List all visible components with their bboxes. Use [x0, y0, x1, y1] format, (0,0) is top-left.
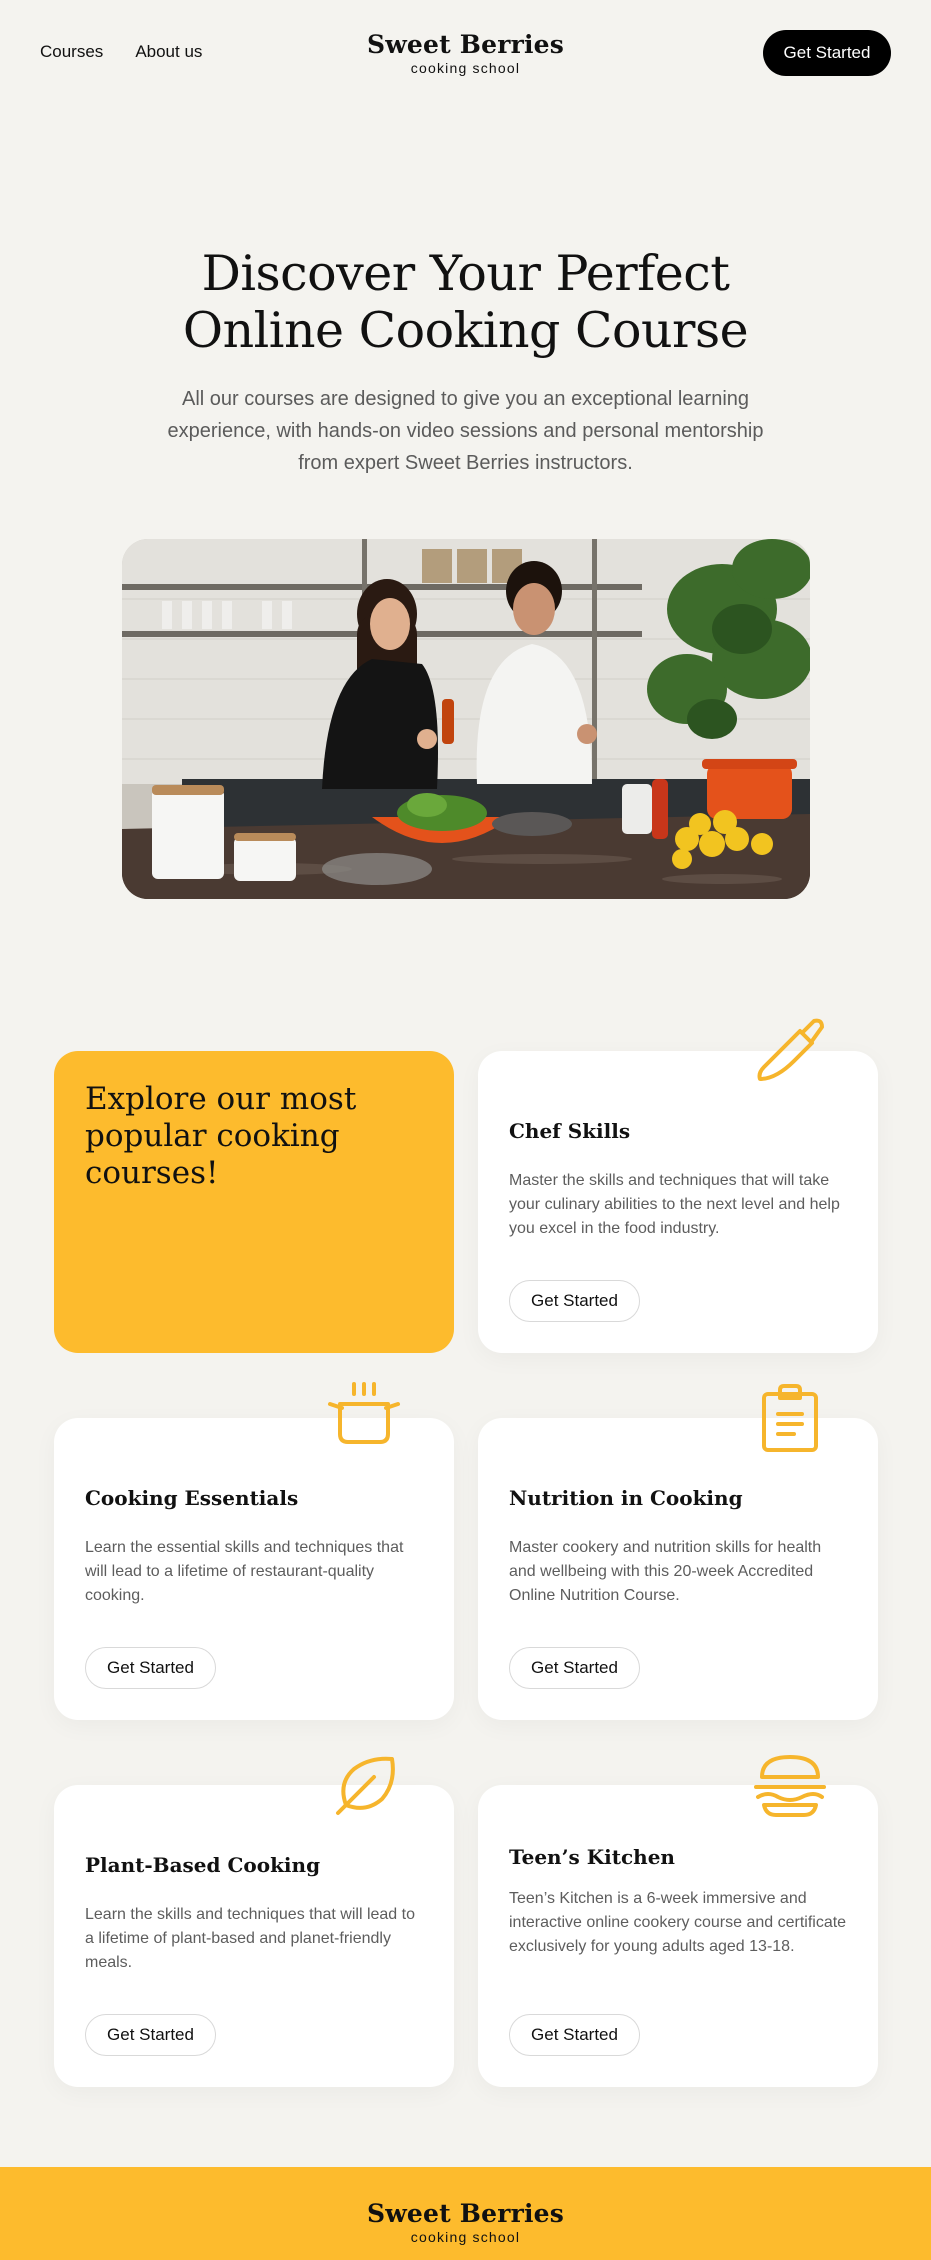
hero-title: Discover Your Perfect Online Cooking Cou…: [0, 245, 931, 359]
chef-knife-icon: [757, 1018, 824, 1081]
course-description: Master the skills and techniques that wi…: [509, 1172, 840, 1237]
hero-kitchen-illustration: [122, 539, 810, 899]
course-description: Learn the essential skills and technique…: [85, 1539, 404, 1604]
plant-based-cooking-get-started-button[interactable]: Get Started: [85, 2014, 216, 2056]
footer-logo-subtitle: cooking school: [410, 2229, 521, 2245]
course-title: Plant-Based Cooking: [85, 1853, 321, 1877]
footer-logo-title: Sweet Berries: [366, 2199, 565, 2228]
site-header: Courses About us Sweet Berries cooking s…: [0, 0, 931, 108]
header-get-started-button[interactable]: Get Started: [763, 30, 891, 76]
hero-title-line-1: Discover Your Perfect: [201, 245, 730, 302]
cooking-essentials-get-started-button[interactable]: Get Started: [85, 1647, 216, 1689]
course-title: Nutrition in Cooking: [509, 1486, 743, 1510]
burger-icon: [754, 1755, 826, 1817]
popular-courses-promo-card: Explore our most popular cooking courses…: [54, 1051, 454, 1353]
hero-title-line-2: Online Cooking Course: [182, 302, 749, 359]
hero-kitchen-photo: [122, 539, 810, 899]
leaf-icon: [336, 1756, 395, 1815]
footer-logo[interactable]: Sweet Berries cooking school: [0, 2199, 931, 2245]
course-card-nutrition-in-cooking: Nutrition in Cooking Master cookery and …: [478, 1384, 878, 1720]
site-footer: Sweet Berries cooking school: [0, 2167, 931, 2260]
course-title: Teen’s Kitchen: [509, 1845, 675, 1869]
course-card-teens-kitchen: Teen’s Kitchen Teen’s Kitchen is a 6-wee…: [478, 1755, 878, 2087]
hero-subtitle: All our courses are designed to give you…: [167, 388, 764, 474]
teens-kitchen-get-started-button[interactable]: Get Started: [509, 2014, 640, 2056]
promo-title: Explore our most popular cooking courses…: [85, 1081, 357, 1191]
cooking-pot-icon: [328, 1382, 400, 1444]
nutrition-in-cooking-get-started-button[interactable]: Get Started: [509, 1647, 640, 1689]
course-card-chef-skills: Chef Skills Master the skills and techni…: [478, 1018, 878, 1353]
chef-skills-get-started-button[interactable]: Get Started: [509, 1280, 640, 1322]
course-title: Chef Skills: [509, 1119, 631, 1143]
course-description: Master cookery and nutrition skills for …: [509, 1539, 822, 1604]
course-card-plant-based-cooking: Plant-Based Cooking Learn the skills and…: [54, 1756, 454, 2087]
course-description: Learn the skills and techniques that wil…: [85, 1906, 415, 1971]
course-title: Cooking Essentials: [85, 1486, 299, 1510]
course-description: Teen’s Kitchen is a 6-week immersive and…: [509, 1890, 847, 1955]
clipboard-icon: [762, 1384, 818, 1452]
course-card-cooking-essentials: Cooking Essentials Learn the essential s…: [54, 1382, 454, 1720]
page: Courses About us Sweet Berries cooking s…: [0, 0, 931, 2260]
